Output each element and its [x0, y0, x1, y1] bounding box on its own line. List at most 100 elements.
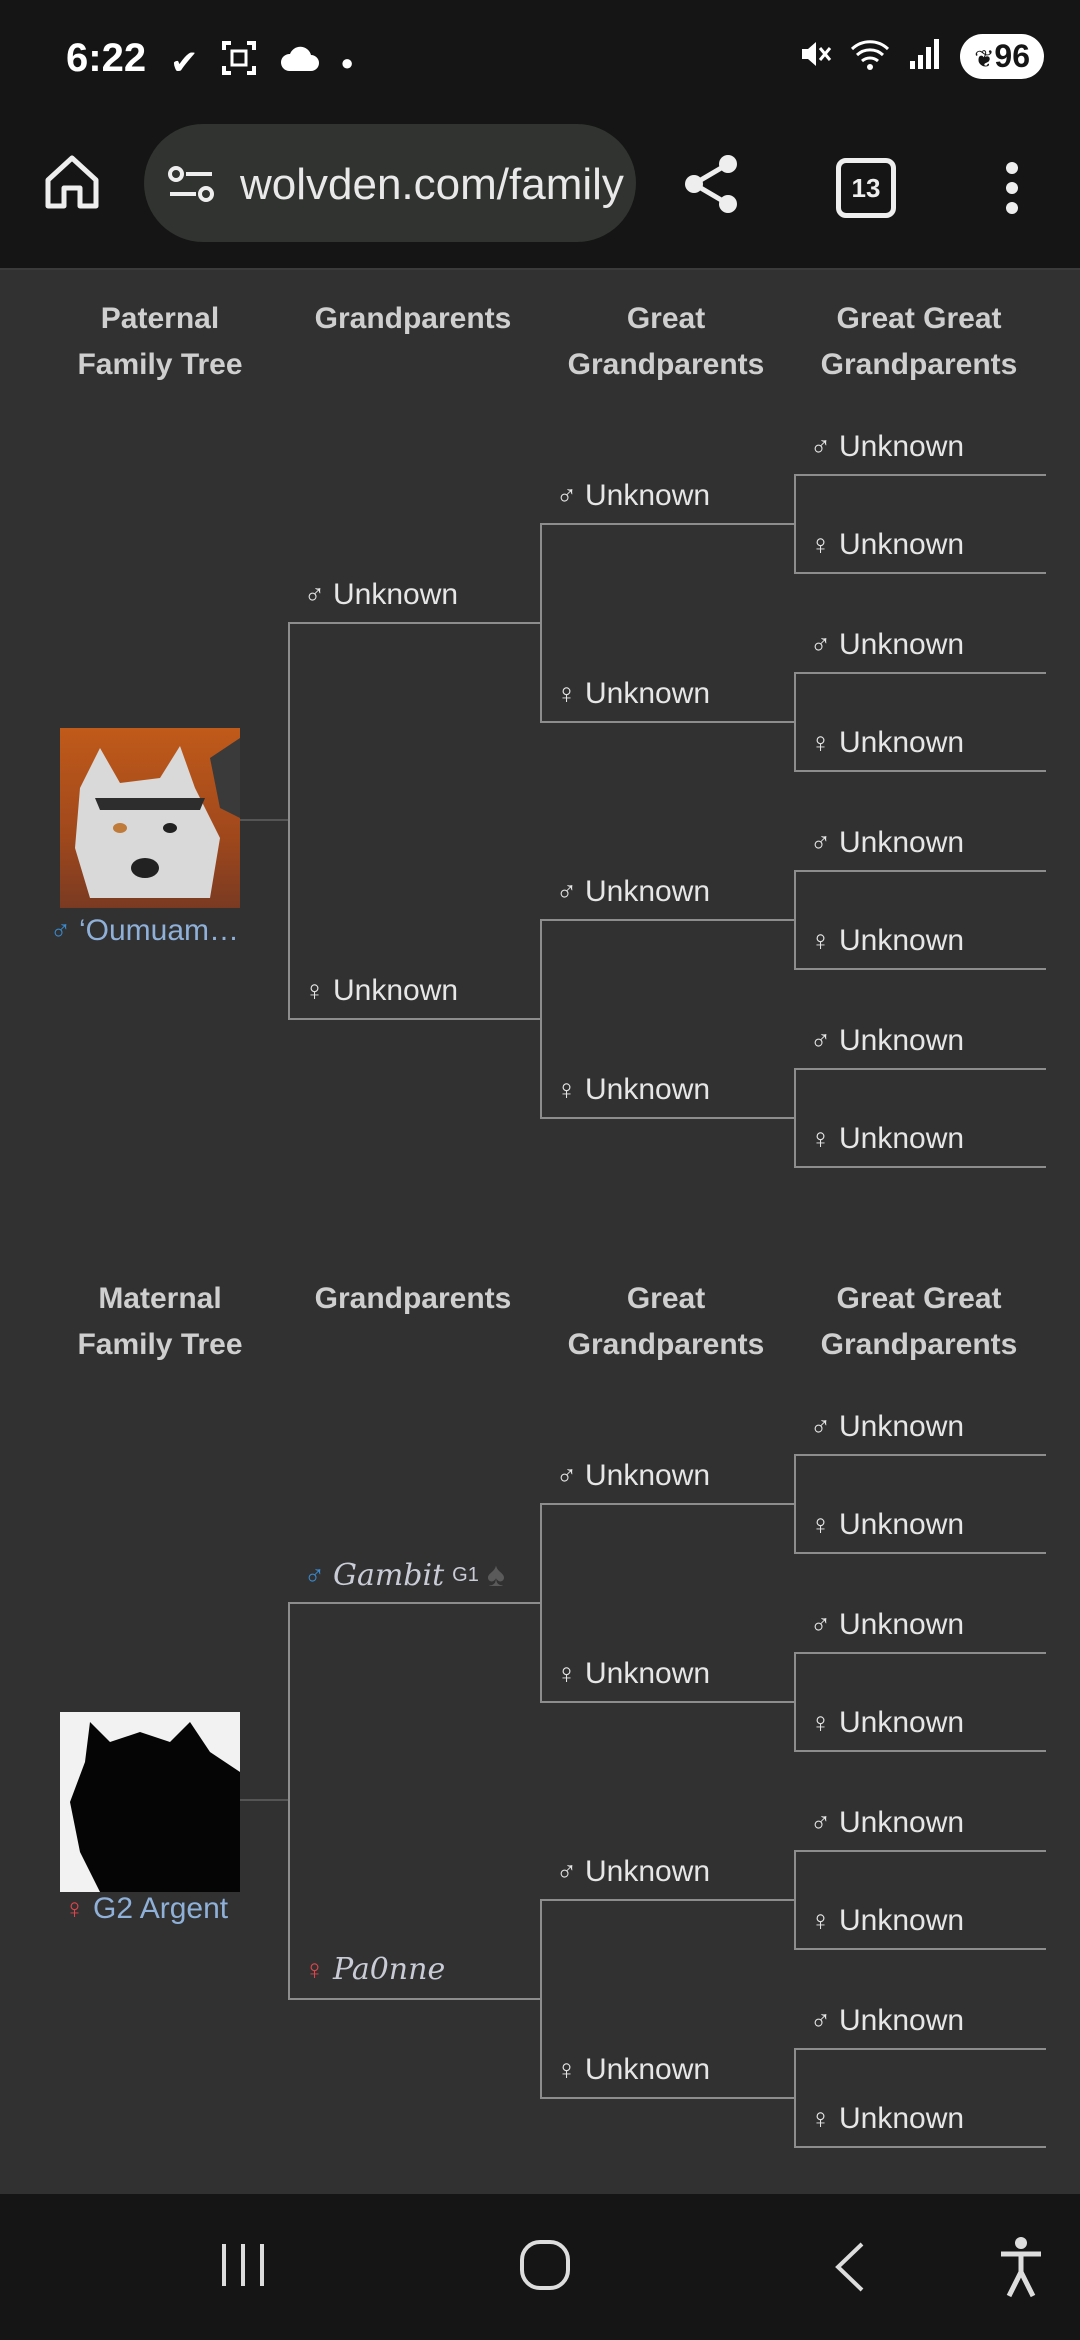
female-icon: ♀: [810, 1707, 831, 1738]
ggp-name: Unknown: [585, 2053, 711, 2086]
female-icon: ♀: [810, 925, 831, 956]
great-great-grandparent-3[interactable]: ♂ Unknown: [810, 628, 964, 662]
great-grandparents-header: Great Grandparents: [567, 302, 765, 381]
great-grandparents-header: Great Grandparents: [567, 1282, 765, 1361]
back-button[interactable]: [830, 2240, 870, 2299]
great-great-grandparent-2[interactable]: ♀ Unknown: [810, 1508, 964, 1542]
maternal-family-tree: Maternal Family Tree Grandparents Great …: [0, 1276, 1080, 2176]
great-great-grandparent-1[interactable]: ♂ Unknown: [810, 1410, 964, 1444]
female-icon: ♀: [556, 1074, 577, 1105]
home-button[interactable]: [40, 150, 104, 214]
gggp-name: Unknown: [839, 1508, 965, 1541]
great-grandparent-4[interactable]: ♀ Unknown: [556, 2053, 710, 2087]
male-icon: ♂: [304, 1559, 325, 1591]
home-nav-button[interactable]: [518, 2238, 572, 2297]
gggp-name: Unknown: [839, 826, 965, 859]
signal-icon: [908, 37, 942, 76]
maternal-header: Maternal Family Tree: [77, 1282, 243, 1361]
great-grandparent-4[interactable]: ♀ Unknown: [556, 1073, 710, 1107]
male-icon: ♂: [810, 827, 831, 858]
great-great-grandparents-header: Great Great Grandparents: [820, 1282, 1018, 1361]
share-button[interactable]: [680, 152, 744, 221]
female-icon: ♀: [304, 1953, 325, 1985]
male-icon: ♂: [556, 1856, 577, 1887]
grandparent-dam[interactable]: ♀ Pa0nne: [304, 1952, 445, 1987]
ggp-name: Unknown: [585, 1459, 711, 1492]
great-grandparent-3[interactable]: ♂ Unknown: [556, 875, 710, 909]
system-nav-bar: [0, 2194, 1080, 2340]
ggp-name: Unknown: [585, 677, 711, 710]
root-wolf-link[interactable]: ‘Oumuam…: [79, 914, 239, 948]
great-great-grandparent-7[interactable]: ♂ Unknown: [810, 1024, 964, 1058]
root-wolf-name[interactable]: ♂ ‘Oumuam…: [50, 914, 239, 948]
battery-indicator: ❦96: [960, 34, 1044, 79]
paternal-family-tree: Paternal Family Tree Grandparents Great …: [0, 296, 1080, 1196]
gggp-name: Unknown: [839, 1806, 965, 1839]
great-grandparent-1[interactable]: ♂ Unknown: [556, 1459, 710, 1493]
gggp-name: Unknown: [839, 2004, 965, 2037]
gggp-name: Unknown: [839, 1904, 965, 1937]
recents-button[interactable]: [218, 2240, 268, 2295]
gggp-name: Unknown: [839, 430, 965, 463]
gggp-name: Unknown: [839, 726, 965, 759]
gggp-name: Unknown: [839, 1024, 965, 1057]
male-icon: ♂: [810, 1807, 831, 1838]
accessibility-button[interactable]: [998, 2236, 1044, 2303]
check-icon: ✔: [170, 43, 199, 82]
share-icon: [685, 155, 737, 213]
gggp-name: Unknown: [839, 2102, 965, 2135]
status-time: 6:22: [66, 36, 147, 80]
great-great-grandparent-6[interactable]: ♀ Unknown: [810, 924, 964, 958]
grandparent-sire-name[interactable]: Gambit: [333, 1558, 444, 1593]
generation-badge: G1: [452, 1564, 479, 1586]
great-grandparent-2[interactable]: ♀ Unknown: [556, 677, 710, 711]
grandparent-dam-name: Unknown: [333, 974, 459, 1007]
grandparent-sire-name: Unknown: [333, 578, 459, 611]
wolf-silhouette-avatar[interactable]: [60, 1712, 240, 1892]
great-great-grandparent-4[interactable]: ♀ Unknown: [810, 726, 964, 760]
great-great-grandparent-5[interactable]: ♂ Unknown: [810, 1806, 964, 1840]
female-icon: ♀: [64, 1893, 85, 1924]
great-great-grandparents-header: Great Great Grandparents: [820, 302, 1018, 381]
great-great-grandparent-5[interactable]: ♂ Unknown: [810, 826, 964, 860]
home-nav-icon: [520, 2240, 570, 2290]
root-wolf-name[interactable]: ♀ G2 Argent: [64, 1892, 228, 1926]
accessibility-icon: [1001, 2237, 1041, 2298]
great-great-grandparent-3[interactable]: ♂ Unknown: [810, 1608, 964, 1642]
tab-count: 13: [851, 172, 881, 203]
browser-toolbar: wolvden.com/family 13: [0, 120, 1080, 270]
female-icon: ♀: [556, 1658, 577, 1689]
root-wolf-link[interactable]: G2 Argent: [93, 1892, 228, 1926]
great-great-grandparent-1[interactable]: ♂ Unknown: [810, 430, 964, 464]
great-great-grandparent-8[interactable]: ♀ Unknown: [810, 2102, 964, 2136]
female-icon: ♀: [810, 529, 831, 560]
site-settings-icon[interactable]: [166, 164, 216, 209]
great-grandparent-2[interactable]: ♀ Unknown: [556, 1657, 710, 1691]
more-menu-button[interactable]: [1002, 160, 1022, 221]
gggp-name: Unknown: [839, 1608, 965, 1641]
tabs-button[interactable]: 13: [836, 158, 896, 218]
ggp-name: Unknown: [585, 875, 711, 908]
great-grandparent-3[interactable]: ♂ Unknown: [556, 1855, 710, 1889]
address-bar[interactable]: wolvden.com/family: [144, 124, 636, 242]
great-grandparent-1[interactable]: ♂ Unknown: [556, 479, 710, 513]
status-bar: 6:22 ✔ ● ❦96: [0, 0, 1080, 120]
female-icon: ♀: [810, 1905, 831, 1936]
wifi-icon: [850, 37, 890, 76]
great-great-grandparent-2[interactable]: ♀ Unknown: [810, 528, 964, 562]
great-great-grandparent-6[interactable]: ♀ Unknown: [810, 1904, 964, 1938]
wolf-avatar[interactable]: [60, 728, 240, 908]
great-great-grandparent-7[interactable]: ♂ Unknown: [810, 2004, 964, 2038]
male-icon: ♂: [810, 2005, 831, 2036]
male-icon: ♂: [50, 915, 71, 946]
grandparent-dam[interactable]: ♀ Unknown: [304, 974, 458, 1008]
female-icon: ♀: [810, 727, 831, 758]
more-menu-icon: [1006, 162, 1018, 214]
female-icon: ♀: [810, 1509, 831, 1540]
grandparent-sire[interactable]: ♂ Gambit G1 ♠: [304, 1556, 505, 1595]
grandparent-sire[interactable]: ♂ Unknown: [304, 578, 458, 612]
great-great-grandparent-8[interactable]: ♀ Unknown: [810, 1122, 964, 1156]
great-great-grandparent-4[interactable]: ♀ Unknown: [810, 1706, 964, 1740]
screenshot-icon: [221, 40, 257, 85]
grandparent-dam-name[interactable]: Pa0nne: [333, 1952, 445, 1987]
